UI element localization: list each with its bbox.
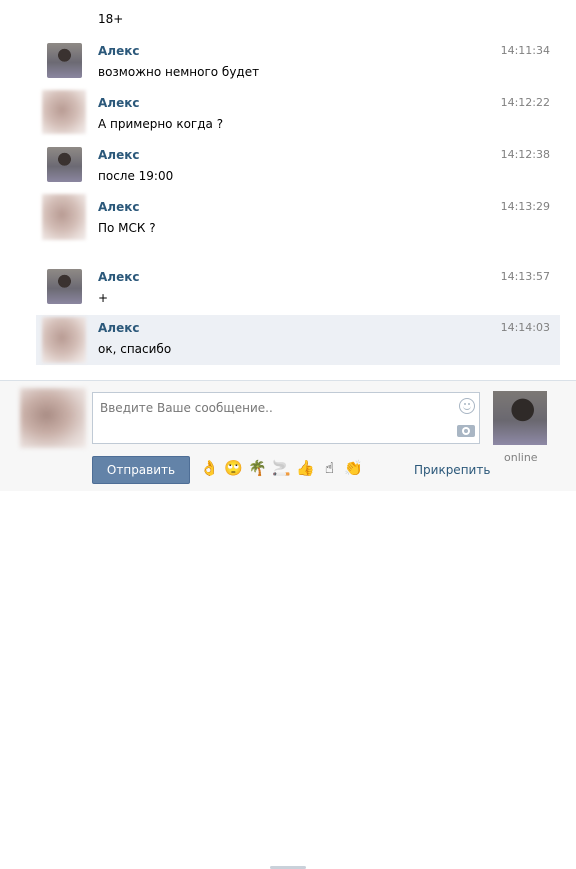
avatar[interactable] <box>42 194 86 240</box>
avatar[interactable] <box>42 317 86 363</box>
peer-online-status: online <box>504 451 538 464</box>
thumbs-up-emoji[interactable]: 👍 <box>296 459 315 478</box>
message-text: возможно немного будет <box>98 65 260 79</box>
camera-icon[interactable] <box>457 425 475 437</box>
message-time: 14:11:34 <box>500 44 550 57</box>
message-author[interactable]: Алекс <box>98 44 139 58</box>
message-text: + <box>98 291 109 305</box>
message-time: 14:12:38 <box>500 148 550 161</box>
cigarette-emoji[interactable]: 🚬 <box>272 459 291 478</box>
my-avatar[interactable] <box>20 388 86 448</box>
smile-icon[interactable] <box>459 398 475 414</box>
quick-emoji-bar: 👌 🙄 🌴 🚬 👍 ☝ 👏 <box>200 459 363 478</box>
message-row: Алекс 14:11:34 возможно немного будет <box>36 38 560 86</box>
message-text: после 19:00 <box>98 169 174 183</box>
message-author[interactable]: Алекс <box>98 148 139 162</box>
ok-hand-emoji[interactable]: 👌 <box>200 459 219 478</box>
message-row-highlighted: Алекс 14:14:03 ок, спасибо <box>36 315 560 365</box>
message-row: Алекс 14:12:22 А примерно когда ? <box>36 90 560 140</box>
avatar[interactable] <box>47 269 82 304</box>
message-time: 14:14:03 <box>500 321 550 334</box>
message-author[interactable]: Алекс <box>98 270 139 284</box>
message-author[interactable]: Алекс <box>98 321 139 335</box>
message-author[interactable]: Алекс <box>98 96 139 110</box>
palm-tree-emoji[interactable]: 🌴 <box>248 459 267 478</box>
message-author[interactable]: Алекс <box>98 200 139 214</box>
pointing-up-emoji[interactable]: ☝ <box>320 459 339 478</box>
message-text: По МСК ? <box>98 221 156 235</box>
message-time: 14:13:57 <box>500 270 550 283</box>
message-input[interactable]: Введите Ваше сообщение.. <box>92 392 480 444</box>
message-row: Алекс 14:13:57 + <box>36 264 560 312</box>
message-text: ок, спасибо <box>98 342 172 356</box>
avatar[interactable] <box>42 90 86 134</box>
message-row: Алекс 14:12:38 после 19:00 <box>36 142 560 190</box>
message-input-placeholder: Введите Ваше сообщение.. <box>100 401 273 415</box>
message-text-previous: 18+ <box>98 12 124 26</box>
message-row: Алекс 14:13:29 По МСК ? <box>36 194 560 244</box>
clapping-hands-emoji[interactable]: 👏 <box>344 459 363 478</box>
message-composer: Введите Ваше сообщение.. Отправить 👌 🙄 🌴… <box>0 380 576 869</box>
message-text: А примерно когда ? <box>98 117 224 131</box>
send-button[interactable]: Отправить <box>92 456 190 484</box>
message-time: 14:12:22 <box>500 96 550 109</box>
avatar[interactable] <box>47 43 82 78</box>
avatar[interactable] <box>47 147 82 182</box>
rolling-eyes-emoji[interactable]: 🙄 <box>224 459 243 478</box>
peer-avatar[interactable] <box>493 391 547 445</box>
message-history: 18+ Алекс 14:11:34 возможно немного буде… <box>0 0 576 380</box>
message-time: 14:13:29 <box>500 200 550 213</box>
attach-link[interactable]: Прикрепить <box>414 463 490 477</box>
